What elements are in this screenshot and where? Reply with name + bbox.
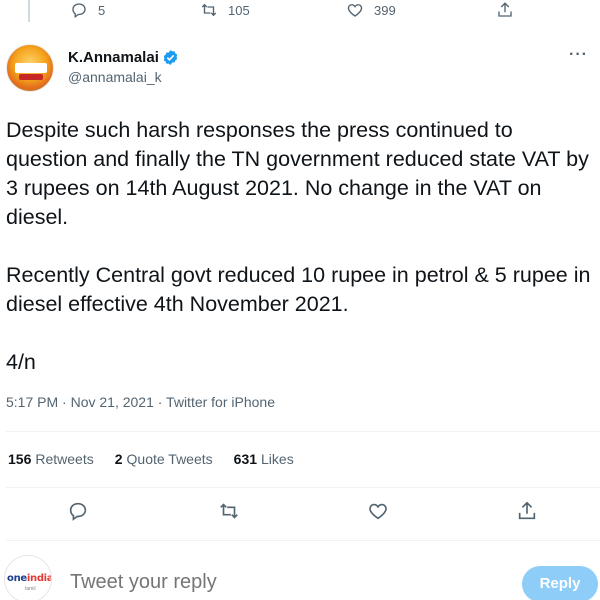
- reply-icon: [72, 3, 86, 19]
- likes-stat[interactable]: 631 Likes: [234, 451, 294, 467]
- author-avatar[interactable]: [6, 44, 54, 92]
- divider: [6, 540, 600, 541]
- tweet-paragraph: Despite such harsh responses the press c…: [6, 118, 589, 229]
- oneindia-logo: oneindia: [7, 573, 52, 584]
- reply-submit-button[interactable]: Reply: [522, 566, 598, 600]
- like-icon: [347, 4, 363, 17]
- oneindia-logo-sub: tamil: [25, 586, 36, 592]
- more-options-icon[interactable]: ···: [569, 46, 588, 64]
- retweet-icon: [220, 503, 238, 519]
- previous-tweet-actions: 5 105 399: [0, 0, 600, 22]
- tweet-timestamp[interactable]: 5:17 PM · Nov 21, 2021 · Twitter for iPh…: [6, 394, 275, 410]
- divider: [6, 487, 600, 488]
- verified-badge-icon: [163, 50, 178, 65]
- like-icon: [369, 503, 387, 520]
- reply-button[interactable]: [67, 500, 91, 524]
- tweet-paragraph: Recently Central govt reduced 10 rupee i…: [6, 263, 591, 316]
- reply-input[interactable]: [70, 571, 490, 594]
- like-button[interactable]: [367, 500, 391, 524]
- retweet-button[interactable]: [218, 500, 242, 524]
- tweet-author-header: K.Annamalai @annamalai_k ···: [0, 40, 600, 100]
- reply-icon: [69, 502, 87, 521]
- retweets-label: Retweets: [35, 451, 94, 467]
- quote-tweets-stat[interactable]: 2 Quote Tweets: [115, 451, 213, 467]
- retweet-icon: [201, 3, 217, 17]
- retweets-count: 156: [8, 451, 32, 467]
- avatar-banner-shape-red: [19, 74, 43, 80]
- tweet-actions: [0, 500, 600, 528]
- previous-retweet-button[interactable]: 105: [200, 1, 250, 19]
- previous-share-button[interactable]: [496, 1, 524, 19]
- tweet-body: Despite such harsh responses the press c…: [6, 116, 596, 377]
- avatar-banner-shape: [15, 63, 47, 73]
- previous-reply-button[interactable]: 5: [70, 1, 105, 19]
- reply-user-avatar[interactable]: oneindia tamil: [4, 555, 52, 600]
- quote-tweets-count: 2: [114, 451, 123, 467]
- previous-reply-count: 5: [98, 2, 106, 18]
- tweet-paragraph: 4/n: [6, 350, 36, 374]
- retweets-stat[interactable]: 156 Retweets: [8, 451, 94, 467]
- previous-like-button[interactable]: 399: [346, 1, 396, 19]
- reply-composer: oneindia tamil Reply: [0, 555, 600, 600]
- share-button[interactable]: [516, 500, 540, 524]
- author-display-name[interactable]: K.Annamalai: [68, 49, 159, 66]
- divider: [6, 431, 600, 432]
- quote-tweets-label: Quote Tweets: [126, 451, 213, 467]
- share-icon: [518, 501, 536, 520]
- author-handle[interactable]: @annamalai_k: [68, 69, 162, 85]
- likes-count: 631: [233, 451, 258, 467]
- likes-label: Likes: [261, 451, 294, 467]
- thread-connector-line: [28, 0, 30, 22]
- previous-retweet-count: 105: [228, 2, 250, 18]
- share-icon: [498, 2, 512, 17]
- author-name-row[interactable]: K.Annamalai: [68, 49, 179, 66]
- previous-like-count: 399: [374, 2, 396, 18]
- tweet-stats: 156 Retweets 2 Quote Tweets 631 Likes: [8, 451, 315, 467]
